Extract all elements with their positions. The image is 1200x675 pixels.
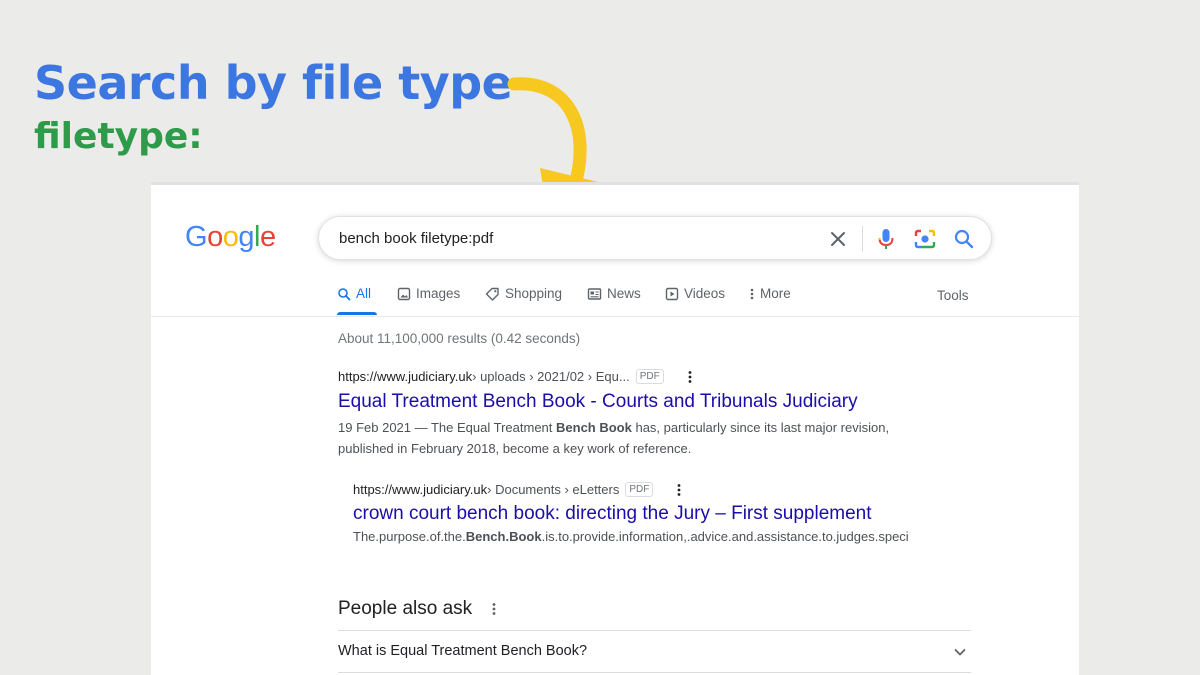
search-icon[interactable] bbox=[952, 227, 976, 251]
paa-question[interactable]: What is Equal Treatment Bench Book? bbox=[338, 630, 971, 672]
play-icon bbox=[665, 287, 679, 300]
slide-title: Search by file type bbox=[34, 56, 513, 110]
logo-letter: g bbox=[238, 221, 254, 253]
slide-subtitle: filetype: bbox=[34, 116, 203, 157]
tab-label: Shopping bbox=[505, 286, 563, 301]
tab-shopping[interactable]: Shopping bbox=[485, 286, 562, 301]
active-tab-indicator bbox=[337, 312, 377, 315]
chevron-down-icon[interactable] bbox=[953, 645, 967, 659]
more-vert-icon[interactable] bbox=[492, 602, 496, 616]
snippet-highlight: Bench Book bbox=[556, 420, 632, 435]
tab-videos[interactable]: Videos bbox=[665, 286, 725, 301]
snippet-text: .is.to.provide.information,.advice.and.a… bbox=[541, 529, 909, 544]
tag-icon bbox=[485, 287, 499, 301]
pdf-badge: PDF bbox=[625, 482, 654, 497]
newspaper-icon bbox=[587, 287, 602, 300]
search-tabs: All Images Shopping News Videos More bbox=[337, 286, 977, 310]
search-box[interactable]: bench book filetype:pdf bbox=[318, 216, 992, 260]
result-title-link[interactable]: Equal Treatment Bench Book - Courts and … bbox=[338, 391, 938, 413]
tab-all[interactable]: All bbox=[337, 286, 371, 301]
logo-letter: o bbox=[207, 221, 223, 253]
close-icon[interactable] bbox=[827, 228, 849, 250]
tab-images[interactable]: Images bbox=[397, 286, 460, 301]
snippet-text: The.purpose.of.the. bbox=[353, 529, 466, 544]
more-vert-icon[interactable] bbox=[677, 483, 681, 497]
result-domain: https://www.judiciary.uk bbox=[338, 369, 473, 384]
snippet-highlight: Bench.Book bbox=[465, 529, 542, 544]
more-vert-icon bbox=[750, 288, 754, 299]
search-input[interactable]: bench book filetype:pdf bbox=[339, 230, 493, 247]
tabs-divider bbox=[151, 316, 1079, 317]
people-also-ask-heading: People also ask bbox=[338, 598, 496, 620]
result-domain: https://www.judiciary.uk bbox=[353, 482, 488, 497]
result-snippet: The.purpose.of.the.Bench.Book.is.to.prov… bbox=[353, 526, 938, 547]
microphone-icon[interactable] bbox=[875, 227, 897, 251]
result-snippet: 19 Feb 2021 — The Equal Treatment Bench … bbox=[338, 417, 938, 459]
logo-letter: G bbox=[185, 221, 208, 253]
browser-screenshot: Google bench book filetype:pdf All Image… bbox=[151, 182, 1079, 675]
logo-letter: o bbox=[222, 221, 239, 253]
paa-title-text: People also ask bbox=[338, 598, 473, 619]
pdf-badge: PDF bbox=[635, 369, 664, 384]
logo-letter: e bbox=[259, 221, 276, 253]
tab-label: More bbox=[760, 286, 791, 301]
paa-question-text: What is Equal Treatment Bench Book? bbox=[338, 643, 588, 659]
search-icon bbox=[338, 287, 351, 300]
tab-label: Videos bbox=[684, 286, 726, 301]
paa-divider bbox=[338, 672, 971, 673]
camera-lens-icon[interactable] bbox=[913, 227, 937, 251]
tools-button[interactable]: Tools bbox=[937, 288, 969, 303]
google-logo[interactable]: Google bbox=[185, 221, 276, 254]
result-url[interactable]: https://www.judiciary.uk › Documents › e… bbox=[353, 482, 938, 497]
result-title-link[interactable]: crown court bench book: directing the Ju… bbox=[353, 503, 938, 525]
image-icon bbox=[397, 287, 411, 300]
tab-news[interactable]: News bbox=[587, 286, 641, 301]
search-box-divider bbox=[862, 226, 863, 252]
tab-label: Images bbox=[416, 286, 461, 301]
search-result: https://www.judiciary.uk › uploads › 202… bbox=[338, 369, 938, 459]
more-vert-icon[interactable] bbox=[688, 370, 692, 384]
result-url[interactable]: https://www.judiciary.uk › uploads › 202… bbox=[338, 369, 938, 384]
result-stats: About 11,100,000 results (0.42 seconds) bbox=[338, 331, 581, 346]
tab-more[interactable]: More bbox=[749, 286, 791, 301]
result-path: › Documents › eLetters bbox=[487, 482, 620, 497]
snippet-text: 19 Feb 2021 — The Equal Treatment bbox=[338, 420, 557, 435]
result-path: › uploads › 2021/02 › Equ... bbox=[472, 369, 630, 384]
tab-label: News bbox=[607, 286, 641, 301]
search-result-sublink: https://www.judiciary.uk › Documents › e… bbox=[353, 482, 938, 547]
tab-label: All bbox=[356, 286, 372, 301]
